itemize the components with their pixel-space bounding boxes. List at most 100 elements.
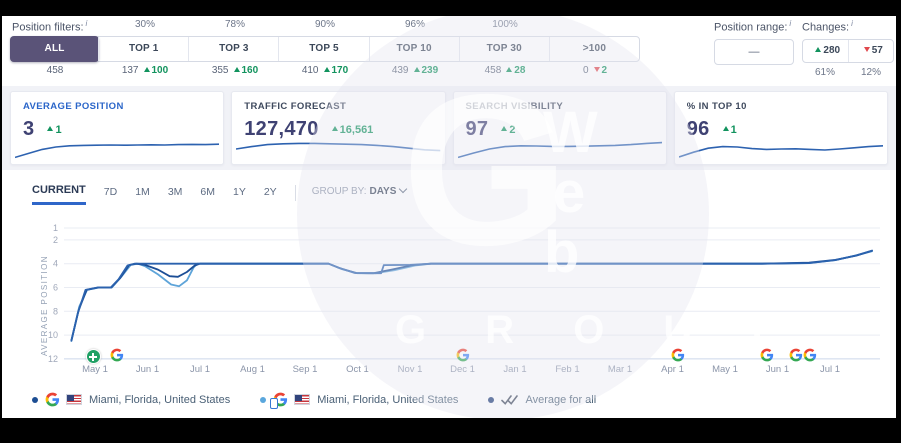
range-tab-7d[interactable]: 7D <box>104 186 117 204</box>
value-top3: 355160 <box>190 65 280 76</box>
tab-top3[interactable]: TOP 3 <box>188 37 278 61</box>
google-update-marker-icon[interactable] <box>671 348 685 362</box>
card-delta: 2 <box>496 124 515 136</box>
double-check-icon <box>501 394 518 406</box>
card-traffic-forecast[interactable]: TRAFFIC FORECAST 127,47016,561 <box>231 91 445 165</box>
chevron-down-icon <box>399 185 407 193</box>
google-update-marker-icon[interactable] <box>760 348 774 362</box>
card-percent-in-top10[interactable]: % IN TOP 10 961 <box>674 91 888 165</box>
range-tab-current[interactable]: CURRENT <box>32 184 86 205</box>
card-delta: 16,561 <box>327 124 374 136</box>
google-update-marker-icon[interactable] <box>789 348 803 362</box>
series-dot <box>488 397 494 403</box>
x-tick-label: Nov 1 <box>398 364 423 375</box>
rank-tracker-dashboard: Position filters:i 30% 78% 90% 96% 100% … <box>2 16 896 418</box>
card-label: SEARCH VISIBILITY <box>454 92 666 112</box>
up-triangle-icon <box>324 67 330 72</box>
x-tick-label: May 1 <box>82 364 108 375</box>
pct-cell: 100% <box>460 19 550 30</box>
value-top30: 45828 <box>460 65 550 76</box>
y-axis-label: AVERAGE POSITION <box>40 238 49 356</box>
sparkline-chart <box>236 136 440 162</box>
card-average-position[interactable]: AVERAGE POSITION 31 <box>10 91 224 165</box>
x-tick-label: Jan 1 <box>503 364 526 375</box>
pct-cell <box>10 19 100 30</box>
tab-all[interactable]: ALL <box>10 36 99 62</box>
pct-cell: 78% <box>190 19 280 30</box>
y-tick-label: 12 <box>48 354 58 364</box>
x-tick-label: Sep 1 <box>293 364 318 375</box>
sparkline-chart <box>679 136 883 162</box>
tab-top1[interactable]: TOP 1 <box>98 37 188 61</box>
sparkline <box>15 144 219 157</box>
divider <box>295 185 296 201</box>
us-flag-icon <box>294 394 310 405</box>
value-top1: 137100 <box>100 65 190 76</box>
google-update-marker-icon[interactable] <box>110 348 124 362</box>
google-update-marker-icon[interactable] <box>456 348 470 362</box>
legend-label: Miami, Florida, United States <box>317 394 458 406</box>
up-triangle-icon <box>144 67 150 72</box>
sparkline <box>458 143 662 158</box>
legend-item-mobile[interactable]: Miami, Florida, United States <box>260 392 458 407</box>
legend-label: Average for all <box>525 394 596 406</box>
filter-values-row: 458 137100 355160 410170 439239 45828 02 <box>10 65 640 76</box>
x-tick-label: Jun 1 <box>766 364 789 375</box>
value-top10: 439239 <box>370 65 460 76</box>
changes-up-cell[interactable]: 280 <box>803 40 848 62</box>
pct-cell: 30% <box>100 19 190 30</box>
range-tab-1y[interactable]: 1Y <box>233 186 246 204</box>
range-tab-2y[interactable]: 2Y <box>264 186 277 204</box>
position-filters-section: Position filters:i 30% 78% 90% 96% 100% … <box>2 16 896 84</box>
card-delta: 1 <box>718 124 737 136</box>
legend-label: Miami, Florida, United States <box>89 394 230 406</box>
sparkline-chart <box>15 136 219 162</box>
card-delta: 1 <box>42 124 61 136</box>
x-tick-label: May 1 <box>712 364 738 375</box>
up-triangle-icon <box>501 126 507 131</box>
sparkline <box>679 146 883 157</box>
legend-item-desktop[interactable]: Miami, Florida, United States <box>32 392 230 407</box>
tab-over100[interactable]: >100 <box>549 37 639 61</box>
google-icon <box>45 392 60 407</box>
range-tab-3m[interactable]: 3M <box>168 186 183 204</box>
legend-item-average[interactable]: Average for all <box>488 394 596 406</box>
up-triangle-icon <box>506 67 512 72</box>
card-search-visibility[interactable]: SEARCH VISIBILITY 972 <box>453 91 667 165</box>
tab-top10[interactable]: TOP 10 <box>369 37 459 61</box>
range-tab-6m[interactable]: 6M <box>200 186 215 204</box>
pct-cell: 96% <box>370 19 460 30</box>
position-range-label: Position range:i <box>714 19 794 34</box>
changes-label: Changes:i <box>802 19 894 34</box>
x-tick-label: Jul 1 <box>820 364 840 375</box>
google-update-marker-icon[interactable] <box>803 348 817 362</box>
position-range-input[interactable]: — <box>714 39 794 65</box>
changes-down-cell[interactable]: 57 <box>848 40 894 62</box>
group-by-dropdown[interactable]: GROUP BY:DAYS <box>312 186 407 203</box>
up-triangle-icon <box>414 67 420 72</box>
tab-top5[interactable]: TOP 5 <box>278 37 368 61</box>
tab-top30[interactable]: TOP 30 <box>459 37 549 61</box>
y-tick-label: 8 <box>53 306 58 316</box>
changes-group: Changes:i 280 57 61% 12% <box>802 19 894 78</box>
changes-down-pct: 12% <box>848 67 894 78</box>
up-triangle-icon <box>234 67 240 72</box>
value-top5: 410170 <box>280 65 370 76</box>
plus-marker-icon[interactable] <box>86 349 101 364</box>
pct-cell: 90% <box>280 19 370 30</box>
up-triangle-icon <box>723 126 729 131</box>
x-tick-label: Aug 1 <box>240 364 265 375</box>
range-tab-1m[interactable]: 1M <box>135 186 150 204</box>
pct-cell <box>550 19 640 30</box>
down-triangle-icon <box>864 47 870 52</box>
info-icon[interactable]: i <box>851 19 853 28</box>
y-tick-label: 10 <box>48 330 58 340</box>
info-icon[interactable]: i <box>789 19 791 28</box>
date-range-tabs: CURRENT 7D 1M 3M 6M 1Y 2Y GROUP BY:DAYS <box>32 184 406 205</box>
x-tick-label: Oct 1 <box>346 364 369 375</box>
changes-percents: 61% 12% <box>802 67 894 78</box>
series-dot <box>260 397 266 403</box>
value-over100: 02 <box>550 65 640 76</box>
google-mobile-icon <box>273 392 288 407</box>
changes-up-pct: 61% <box>802 67 848 78</box>
